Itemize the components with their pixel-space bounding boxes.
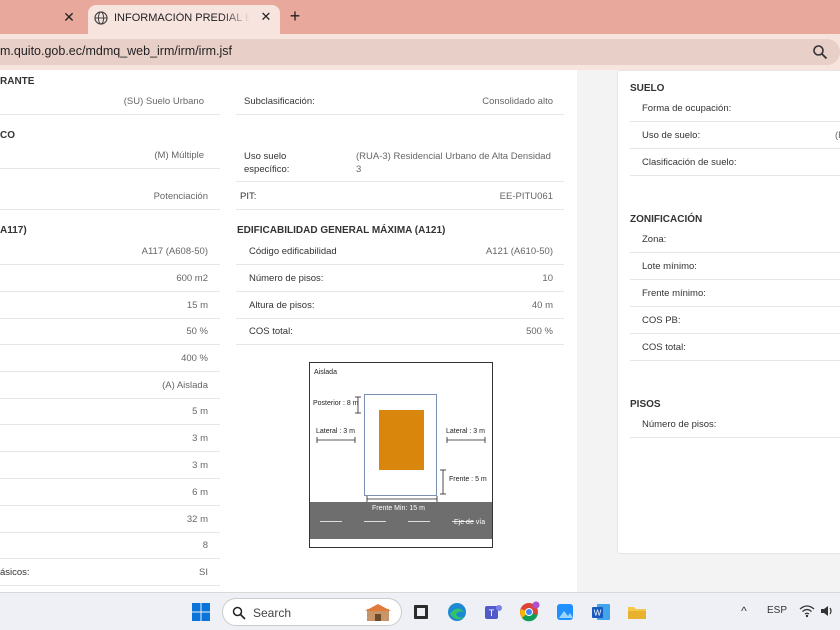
taskbar: Search T W ^ ESP xyxy=(0,592,840,630)
table-row: Número de pisos: xyxy=(630,411,840,438)
table-row: (SU) Suelo Urbano xyxy=(0,88,220,115)
section-title-clasificacion: RANTE xyxy=(0,76,35,87)
table-row: (M) Múltiple xyxy=(0,142,220,169)
setback-diagram: Aislada Posterior : 8 m Lateral : 3 m La… xyxy=(309,362,493,548)
section-title-pisos: PISOS xyxy=(630,399,661,410)
search-label: Search xyxy=(253,606,292,620)
road-lane-mark xyxy=(408,521,430,522)
url-text: m.quito.gob.ec/mdmq_web_irm/irm/irm.jsf xyxy=(0,44,233,58)
table-row: ásicos: SI xyxy=(0,559,220,586)
folder-icon[interactable] xyxy=(626,601,648,623)
road: Frente Min: 15 m Eje de vía xyxy=(310,502,492,539)
tab-close-icon[interactable]: ✕ xyxy=(258,9,274,25)
section-title-suelo: SUELO xyxy=(630,83,665,94)
table-row: Frente mínimo: xyxy=(630,280,840,307)
left-panel: RANTE (SU) Suelo Urbano Subclasificación… xyxy=(0,70,577,592)
table-row: 32 m xyxy=(0,506,220,533)
table-row: 50 % xyxy=(0,318,220,345)
table-row: PIT: EE-PITU061 xyxy=(236,183,564,210)
section-title-lote: A117) xyxy=(0,225,27,236)
speaker-icon[interactable] xyxy=(819,603,835,619)
svg-text:T: T xyxy=(489,608,495,618)
table-row: Uso de suelo: (F xyxy=(630,122,840,149)
frente-min-label: Frente Min: 15 m xyxy=(372,505,425,512)
table-row: 600 m2 xyxy=(0,265,220,292)
road-lane-mark xyxy=(320,521,342,522)
table-row: Potenciación xyxy=(0,183,220,210)
table-row: Forma de ocupación: xyxy=(630,95,840,122)
table-row: A117 (A608-50) xyxy=(0,238,220,265)
language-indicator[interactable]: ESP xyxy=(767,605,787,616)
section-title-zonificacion: ZONIFICACIÓN xyxy=(630,214,703,225)
lateral-left-label: Lateral : 3 m xyxy=(316,428,355,435)
word-icon[interactable]: W xyxy=(590,601,612,623)
teams-icon[interactable]: T xyxy=(482,601,504,623)
diagram-title: Aislada xyxy=(314,369,337,376)
active-tab[interactable]: INFORMACIÓN PREDIAL EN UN ✕ xyxy=(88,5,280,34)
table-row: 3 m xyxy=(0,425,220,452)
road-lane-mark xyxy=(364,521,386,522)
search-highlight-icon xyxy=(365,604,391,621)
table-row: COS total: xyxy=(630,334,840,361)
table-row: COS PB: xyxy=(630,307,840,334)
svg-text:W: W xyxy=(594,609,602,618)
windows-start-icon[interactable] xyxy=(191,602,211,622)
file-explorer-dark-icon[interactable] xyxy=(410,601,432,623)
frente-dimension-icon xyxy=(440,469,446,495)
table-row: 400 % xyxy=(0,345,220,372)
building-footprint xyxy=(379,410,424,470)
photos-icon[interactable] xyxy=(554,601,576,623)
lateral-left-dimension-icon xyxy=(316,437,356,443)
globe-icon xyxy=(94,11,108,25)
address-bar: m.quito.gob.ec/mdmq_web_irm/irm/irm.jsf xyxy=(0,34,840,70)
url-field[interactable]: m.quito.gob.ec/mdmq_web_irm/irm/irm.jsf xyxy=(0,39,840,65)
lateral-right-label: Lateral : 3 m xyxy=(446,428,485,435)
table-row: Número de pisos: 10 xyxy=(236,265,564,292)
table-row: Subclasificación: Consolidado alto xyxy=(236,88,564,115)
wifi-icon[interactable] xyxy=(799,603,815,619)
previous-tab-close-icon[interactable]: ✕ xyxy=(60,8,78,26)
table-row: 6 m xyxy=(0,479,220,506)
table-row: 8 xyxy=(0,532,220,559)
posterior-label: Posterior : 8 m xyxy=(313,400,359,407)
chevron-up-icon[interactable]: ^ xyxy=(737,604,751,618)
table-row: COS total: 500 % xyxy=(236,318,564,345)
edge-icon[interactable] xyxy=(446,601,468,623)
table-row: Altura de pisos: 40 m xyxy=(236,292,564,319)
section-title-uso: CO xyxy=(0,130,15,141)
tab-title: INFORMACIÓN PREDIAL EN UN xyxy=(114,12,250,24)
table-row: Uso suelo específico: (RUA-3) Residencia… xyxy=(236,142,564,182)
eje-via-label: Eje de vía xyxy=(454,519,486,526)
table-row: 5 m xyxy=(0,398,220,425)
table-row: Zona: xyxy=(630,226,840,253)
browser-tab-bar: ✕ INFORMACIÓN PREDIAL EN UN ✕ + xyxy=(0,0,840,34)
table-row: (A) Aislada xyxy=(0,372,220,399)
table-row: 15 m xyxy=(0,292,220,319)
zoom-icon[interactable] xyxy=(812,44,828,60)
posterior-dimension-icon xyxy=(355,396,361,414)
chrome-icon[interactable] xyxy=(518,601,540,623)
section-title-edificabilidad: EDIFICABILIDAD GENERAL MÁXIMA (A121) xyxy=(237,225,446,236)
taskbar-search[interactable]: Search xyxy=(222,598,402,626)
table-row: Lote mínimo: xyxy=(630,253,840,280)
table-row: Clasificación de suelo: xyxy=(630,149,840,176)
right-panel: SUELO Forma de ocupación: Uso de suelo: … xyxy=(617,70,840,554)
new-tab-button[interactable]: + xyxy=(286,7,304,25)
table-row: Código edificabilidad A121 (A610-50) xyxy=(236,238,564,265)
lateral-right-dimension-icon xyxy=(446,437,486,443)
frente-label: Frente : 5 m xyxy=(449,476,487,483)
search-icon xyxy=(232,606,246,620)
page-content: RANTE (SU) Suelo Urbano Subclasificación… xyxy=(0,70,840,592)
table-row: 3 m xyxy=(0,452,220,479)
